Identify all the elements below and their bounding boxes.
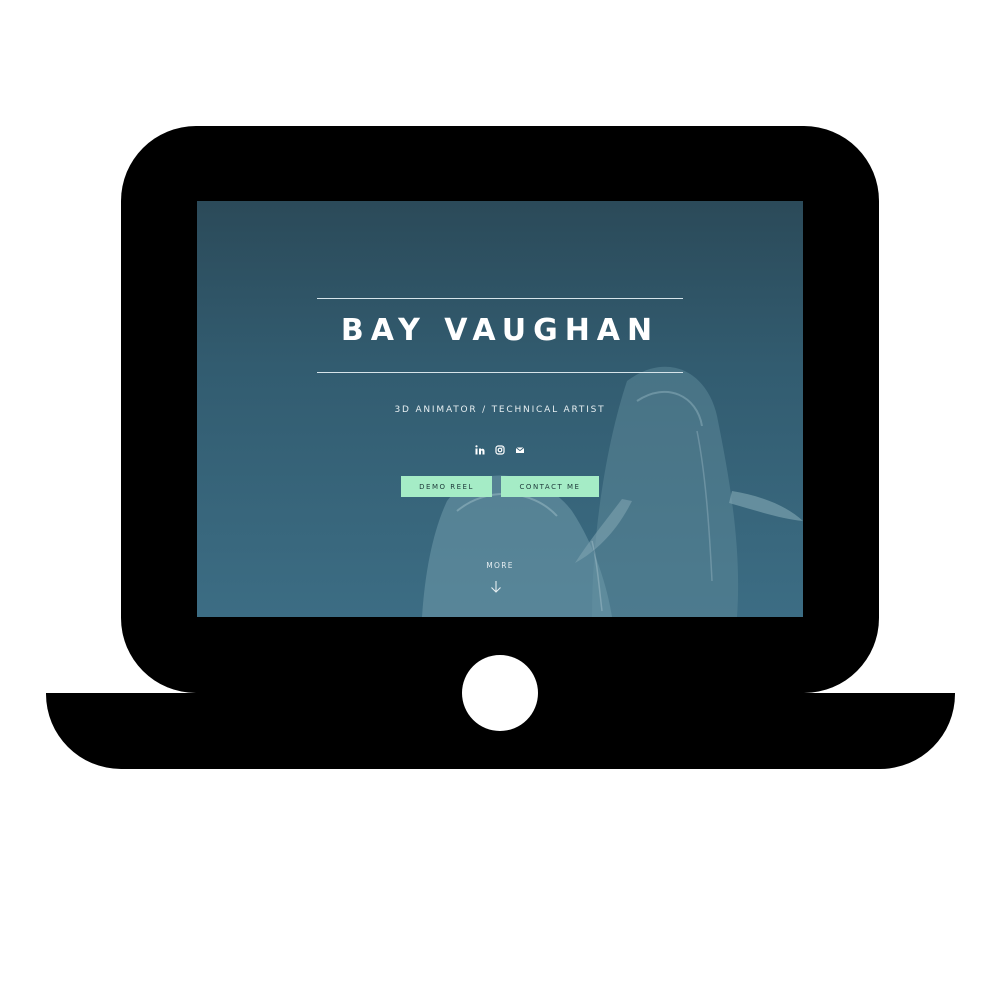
site-title: BAY VAUGHAN <box>340 313 660 348</box>
site-tagline: 3D ANIMATOR / TECHNICAL ARTIST <box>394 405 606 415</box>
title-rule-top <box>317 298 683 299</box>
more-link[interactable]: MORE <box>197 561 803 570</box>
demo-reel-button[interactable]: DEMO REEL <box>401 476 492 497</box>
arrow-down-icon[interactable] <box>490 580 502 594</box>
title-rule-bottom <box>317 372 683 373</box>
social-links <box>197 444 803 456</box>
instagram-icon[interactable] <box>494 444 506 456</box>
laptop-notch <box>462 655 538 731</box>
linkedin-icon[interactable] <box>474 444 486 456</box>
hero-buttons: DEMO REEL CONTACT ME <box>197 476 803 497</box>
email-icon[interactable] <box>514 444 526 456</box>
contact-me-button[interactable]: CONTACT ME <box>501 476 599 497</box>
website-screen: BAY VAUGHAN 3D ANIMATOR / TECHNICAL ARTI… <box>197 201 803 617</box>
